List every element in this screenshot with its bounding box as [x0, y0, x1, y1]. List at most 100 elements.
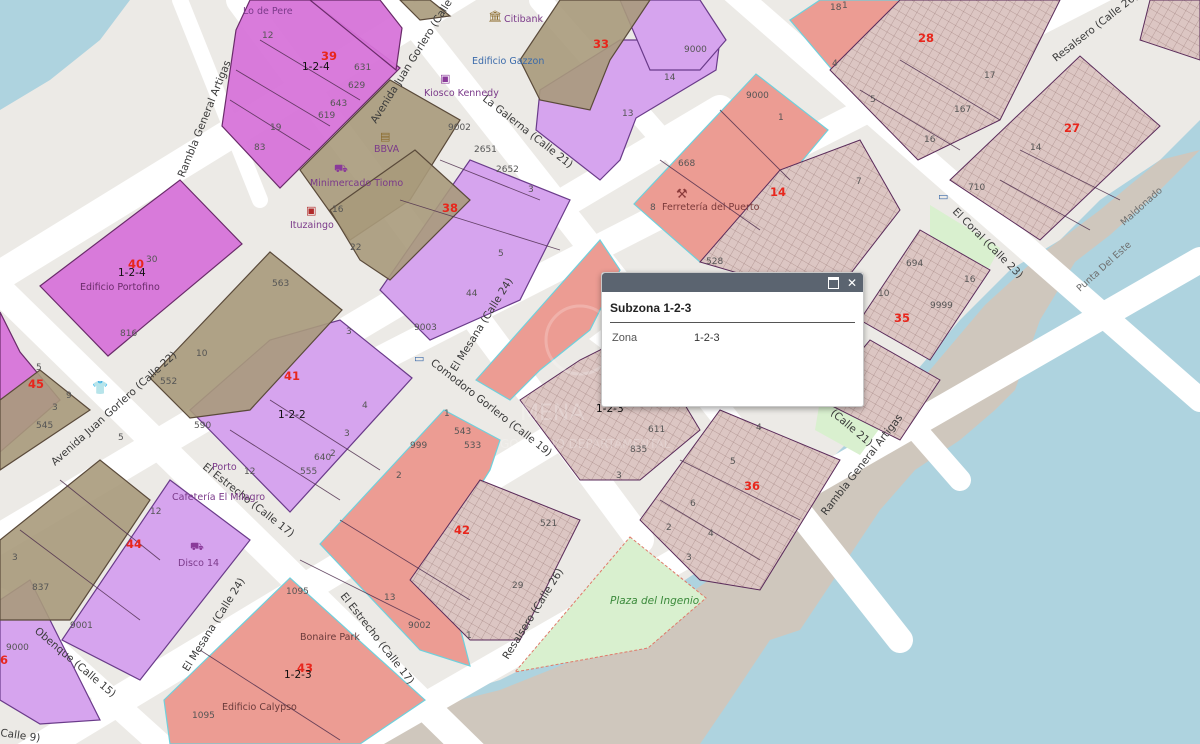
svg-text:MENA: MENA [520, 401, 584, 426]
lot-number-57: 837 [32, 583, 49, 593]
popup-field-value: 1-2-3 [694, 332, 720, 344]
block-number-15: 6 [0, 653, 8, 667]
poi-edificio-portofino[interactable]: Edificio Portofino [80, 282, 160, 293]
block-number-7: 41 [284, 369, 300, 383]
lot-number-15: 16 [332, 205, 344, 215]
shirt-icon: 👕 [92, 381, 108, 396]
lot-number-63: 543 [454, 427, 471, 437]
block-number-6: 38 [442, 201, 458, 215]
lot-number-73: 13 [384, 593, 395, 603]
lot-number-81: 3 [686, 553, 692, 563]
block-number-11: 45 [28, 377, 44, 391]
lot-number-25: 17 [984, 71, 995, 81]
lot-number-54: 3 [52, 403, 58, 413]
lot-number-50: 10 [878, 289, 890, 299]
poi-lo-de-pere[interactable]: Lo de Pere [243, 6, 293, 17]
lot-number-53: 545 [36, 421, 53, 431]
lot-number-49: 9999 [930, 301, 953, 311]
lot-number-8: 9000 [684, 45, 707, 55]
lot-number-51: 16 [964, 275, 976, 285]
lot-number-72: 9002 [408, 621, 431, 631]
popup-titlebar: ✕ [602, 273, 863, 292]
poi-disco-14[interactable]: Disco 14 [178, 558, 219, 569]
lot-number-7: 83 [254, 143, 265, 153]
lot-number-1: 12 [262, 31, 273, 41]
lot-number-61: 9000 [6, 643, 29, 653]
lot-number-28: 5 [870, 95, 876, 105]
block-number-12: 44 [126, 537, 142, 551]
tool-icon: ⚒ [676, 187, 688, 202]
poi-minimercado[interactable]: Minimercado Tiomo [310, 178, 403, 189]
lot-number-43: 590 [194, 421, 211, 431]
feature-popup[interactable]: ✕ Subzona 1-2-3 Zona 1-2-3 [601, 272, 864, 407]
shop-icon: ▣ [306, 204, 316, 217]
lot-number-52: 5 [36, 363, 42, 373]
popup-pointer [589, 330, 601, 348]
poi-plaza-del-ingenio[interactable]: Plaza del Ingenio [610, 595, 699, 607]
lot-number-44: 44 [466, 289, 478, 299]
lot-number-67: 611 [648, 425, 665, 435]
zone-code-1: 1-2-4 [302, 61, 330, 73]
lot-number-70: 521 [540, 519, 557, 529]
popup-title: Subzona 1-2-3 [610, 301, 855, 323]
lot-number-64: 533 [464, 441, 481, 451]
lot-number-77: 6 [690, 499, 696, 509]
lot-number-4: 643 [330, 99, 347, 109]
lot-number-5: 619 [318, 111, 335, 121]
lot-number-69: 3 [616, 471, 622, 481]
lot-number-62: 999 [410, 441, 427, 451]
block-number-10: 36 [744, 479, 760, 493]
svg-text:GOBIERNO DEPARTAMENTAL: GOBIERNO DEPARTAMENTAL [500, 437, 671, 451]
lot-number-18: 1 [778, 113, 784, 123]
poi-edificio-gazzon[interactable]: Edificio Gazzon [472, 56, 544, 67]
lot-number-11: 9002 [448, 123, 471, 133]
lot-number-46: 5 [498, 249, 504, 259]
poi-bbva[interactable]: BBVA [374, 144, 400, 155]
lot-number-74: 1 [466, 631, 472, 641]
poi-porto[interactable]: Porto [212, 462, 237, 473]
popup-attribute-row: Zona 1-2-3 [612, 332, 855, 344]
lot-number-45: 9003 [414, 323, 437, 333]
poi-cafeteria[interactable]: Cafetería El Milagro [172, 492, 265, 503]
lot-number-60: 12 [150, 507, 161, 517]
poi-edificio-calypso[interactable]: Edificio Calypso [222, 702, 297, 713]
poi-kiosco-kennedy[interactable]: Kiosco Kennedy [424, 88, 499, 99]
zone-code-2: 1-2-4 [118, 267, 146, 279]
poi-bonaire-park[interactable]: Bonaire Park [300, 632, 360, 643]
maximize-icon[interactable] [828, 276, 840, 289]
lot-number-22: 7 [856, 177, 862, 187]
lot-number-40: 3 [346, 327, 352, 337]
zoning-map[interactable]: Rambla General Artigas Avenida Juan Gorl… [0, 0, 1200, 744]
lot-number-65: 2 [396, 471, 402, 481]
block-number-8: 14 [770, 185, 786, 199]
lot-number-30: 710 [968, 183, 985, 193]
block-number-3: 28 [918, 31, 934, 45]
lot-number-39: 4 [362, 401, 368, 411]
lot-number-36: 12 [244, 467, 255, 477]
lot-number-2: 631 [354, 63, 371, 73]
poi-ferreteria[interactable]: Ferretería del Puerto [662, 202, 760, 213]
shop-icon: ▣ [440, 72, 450, 85]
lot-number-23: 18 [830, 3, 842, 13]
poi-ituzaingo[interactable]: Ituzaingo [290, 220, 334, 231]
bank-icon: 🏛 [488, 10, 502, 23]
lot-number-6: 19 [270, 123, 282, 133]
lot-number-20: 8 [650, 203, 656, 213]
lot-number-47: 528 [706, 257, 723, 267]
lot-number-3: 629 [348, 81, 365, 91]
zone-code-3: 1-2-2 [278, 409, 306, 421]
lot-number-38: 3 [344, 429, 350, 439]
cart-icon: ⛟ [190, 540, 204, 553]
lot-number-35: 552 [160, 377, 177, 387]
lot-number-21: 1 [842, 1, 848, 11]
lot-number-10: 13 [622, 109, 633, 119]
lot-number-59: 9001 [70, 621, 93, 631]
lot-number-13: 2652 [496, 165, 519, 175]
lot-number-17: 9000 [746, 91, 769, 101]
popup-field-name: Zona [612, 332, 638, 344]
zone-code-4: 1-2-3 [284, 669, 312, 681]
bank-icon: ▤ [380, 130, 390, 143]
poi-citibank[interactable]: Citibank [504, 14, 544, 25]
block-number-9: 35 [894, 311, 910, 325]
close-icon[interactable]: ✕ [846, 277, 858, 289]
